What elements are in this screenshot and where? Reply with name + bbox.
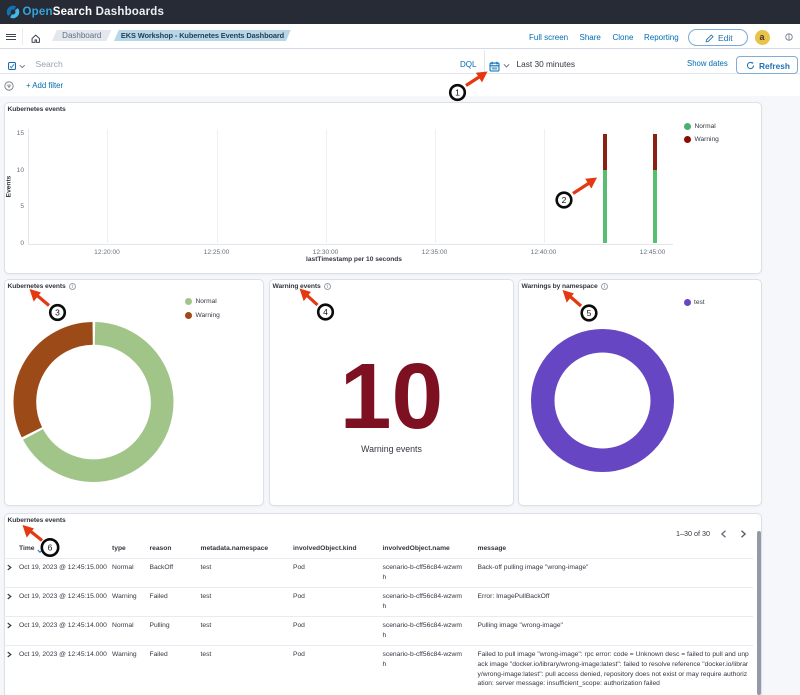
svg-text:3: 3 xyxy=(55,308,60,318)
svg-text:2: 2 xyxy=(562,195,567,205)
svg-text:4: 4 xyxy=(323,307,328,317)
svg-text:5: 5 xyxy=(587,308,592,318)
svg-text:1: 1 xyxy=(455,88,460,98)
svg-text:6: 6 xyxy=(48,543,53,553)
